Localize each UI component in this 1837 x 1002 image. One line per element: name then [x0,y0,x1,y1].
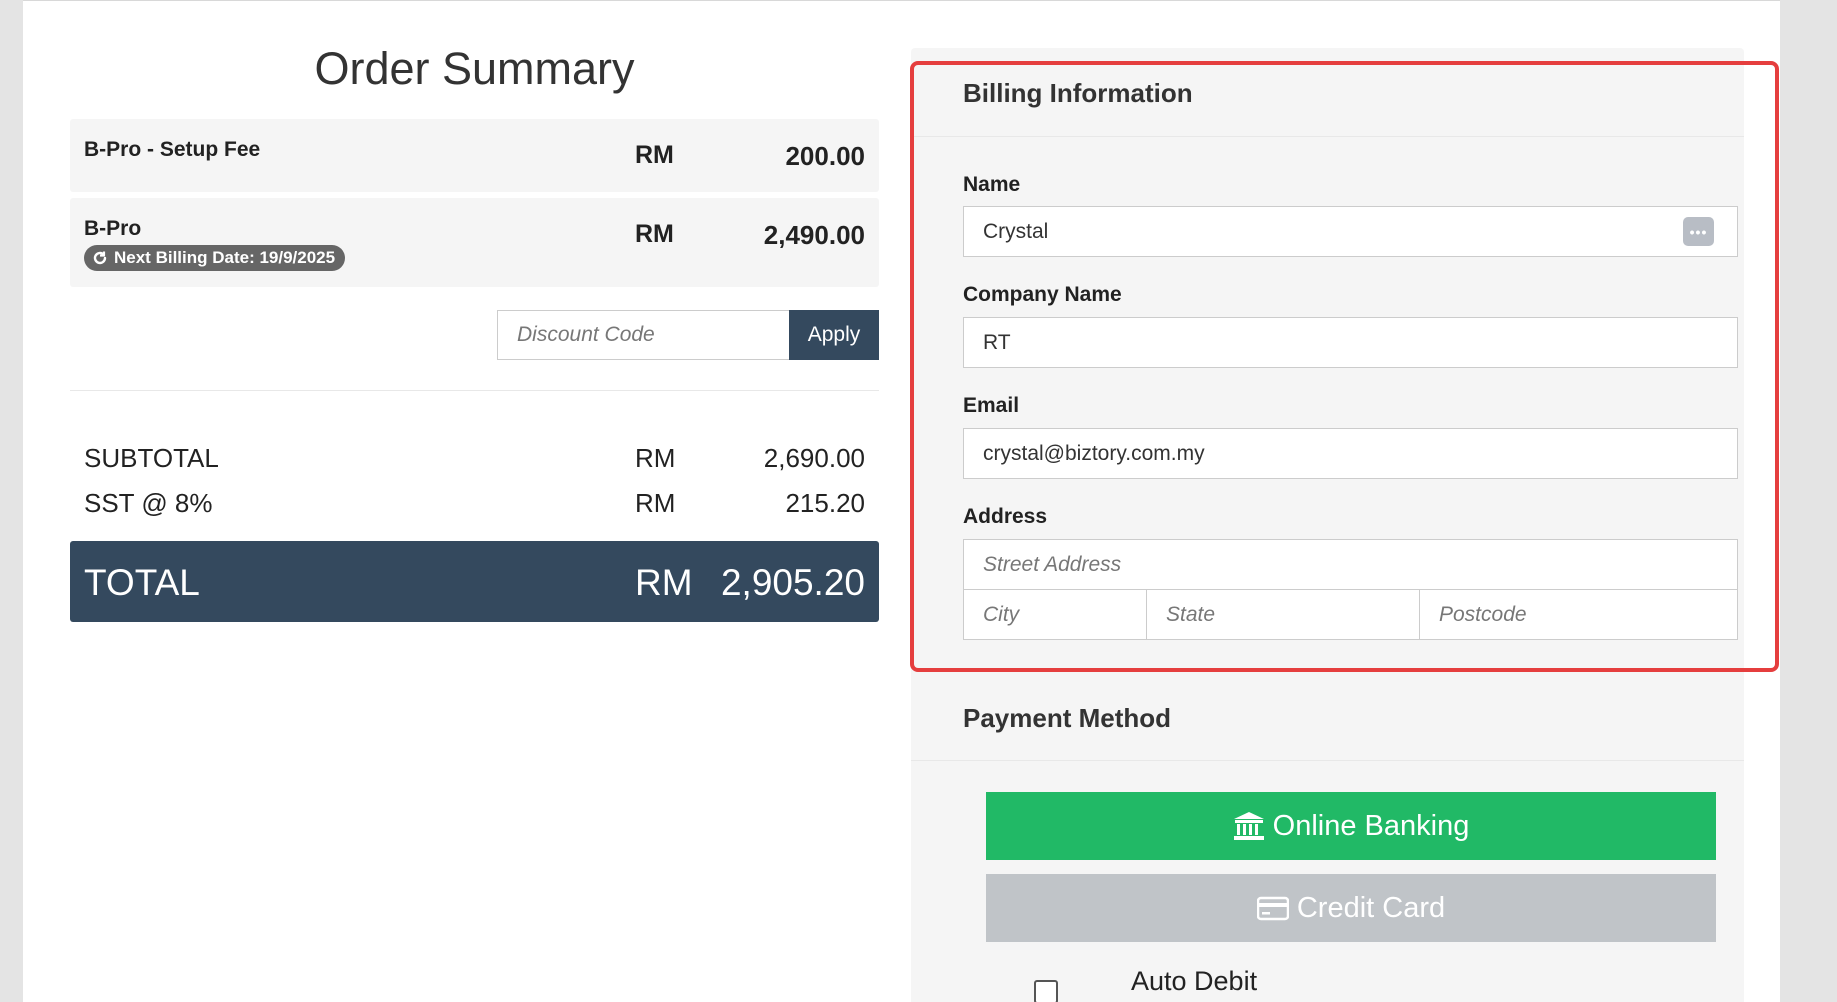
postcode-field[interactable]: Postcode [1420,589,1738,640]
auto-debit-label: Auto Debit [1131,966,1258,996]
street-address-field[interactable]: Street Address [963,539,1738,590]
tax-currency: RM [635,488,676,518]
subtotal-currency: RM [635,443,676,473]
next-billing-badge: Next Billing Date: 19/9/2025 [84,245,346,271]
divider [70,390,879,391]
state-field[interactable]: State [1147,589,1420,640]
online-banking-button[interactable]: Online Banking [986,792,1716,860]
order-item-currency: RM [635,220,674,248]
company-name-value: RT [983,330,1011,354]
name-field[interactable]: Crystal ••• [963,206,1738,257]
total-bar: TOTAL RM 2,905.20 [70,541,879,622]
next-billing-text: Next Billing Date: 19/9/2025 [114,248,336,267]
tax-amount: 215.20 [785,488,865,518]
billing-heading: Billing Information [963,78,1193,108]
total-amount: 2,905.20 [720,562,865,603]
subtotal-amount: 2,690.00 [763,443,865,473]
order-item-amount: 2,490.00 [763,220,865,250]
autofill-icon[interactable]: ••• [1683,217,1714,246]
address-row: City State Postcode [963,589,1738,640]
order-item-name: B-Pro [84,217,142,240]
total-label: TOTAL [84,562,200,603]
name-label: Name [963,173,1021,196]
email-field[interactable]: crystal@biztory.com.my [963,428,1738,479]
billing-payment-panel: Billing Information Name Crystal ••• Com… [911,48,1744,1002]
divider [911,136,1744,137]
credit-card-icon [1256,896,1289,921]
total-currency: RM [635,562,693,603]
order-item: B-Pro Next Billing Date: 19/9/2025 RM 2,… [70,198,879,287]
order-item-currency: RM [635,141,674,169]
email-value: crystal@biztory.com.my [983,441,1205,465]
auto-debit-checkbox[interactable] [1034,980,1058,1002]
apply-discount-button[interactable]: Apply [789,310,879,360]
divider [911,760,1744,761]
city-field[interactable]: City [963,589,1147,640]
order-summary-title: Order Summary [314,43,635,94]
checkout-page: Order Summary B-Pro - Setup Fee RM 200.0… [23,0,1780,1002]
address-label: Address [963,505,1048,528]
city-placeholder: City [983,602,1020,626]
online-banking-label: Online Banking [1272,809,1470,842]
order-item-amount: 200.00 [785,141,865,171]
discount-form: Apply [497,310,879,360]
credit-card-button[interactable]: Credit Card [986,874,1716,942]
refresh-icon [93,251,107,265]
subtotal-label: SUBTOTAL [84,443,219,473]
discount-code-input[interactable] [497,310,789,360]
order-item: B-Pro - Setup Fee RM 200.00 [70,119,879,192]
bank-icon [1233,812,1264,840]
company-name-field[interactable]: RT [963,317,1738,368]
tax-label: SST @ 8% [84,488,213,518]
postcode-placeholder: Postcode [1439,602,1527,626]
payment-heading: Payment Method [963,703,1172,733]
email-label: Email [963,394,1020,417]
street-address-placeholder: Street Address [983,552,1122,576]
state-placeholder: State [1166,602,1216,626]
name-value: Crystal [983,219,1049,243]
credit-card-label: Credit Card [1296,891,1446,924]
order-item-name: B-Pro - Setup Fee [84,138,261,161]
company-name-label: Company Name [963,283,1122,306]
